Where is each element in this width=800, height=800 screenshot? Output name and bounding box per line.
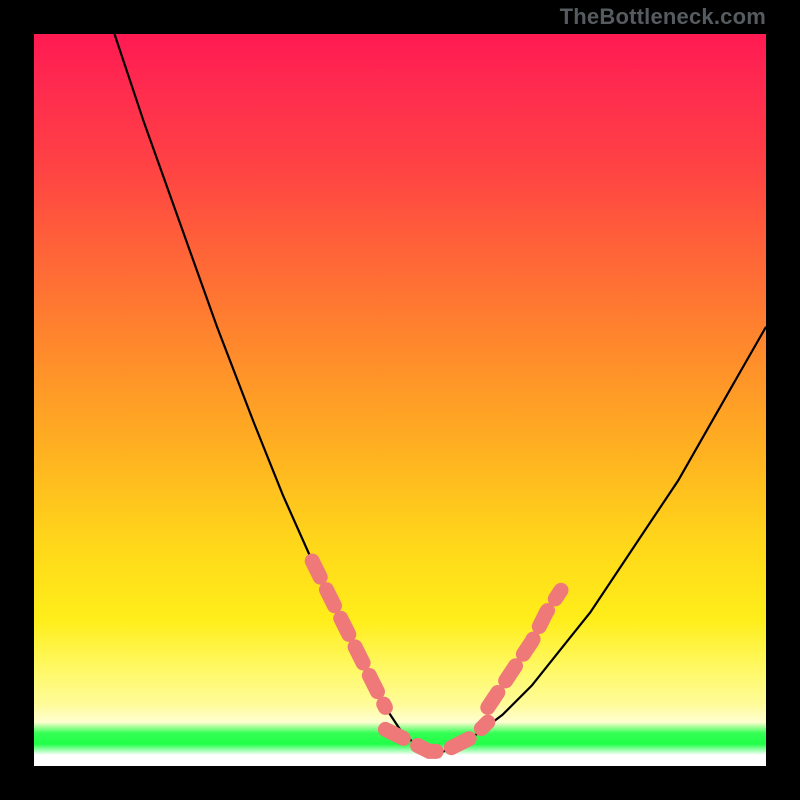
salmon-dash-left bbox=[312, 561, 385, 707]
curve-layer bbox=[34, 34, 766, 766]
chart-frame: TheBottleneck.com bbox=[0, 0, 800, 800]
salmon-dash-bottom bbox=[385, 722, 487, 751]
plot-area bbox=[34, 34, 766, 766]
bottleneck-main-curve bbox=[115, 34, 767, 751]
attribution-label: TheBottleneck.com bbox=[560, 4, 766, 30]
salmon-dash-right bbox=[488, 590, 561, 707]
